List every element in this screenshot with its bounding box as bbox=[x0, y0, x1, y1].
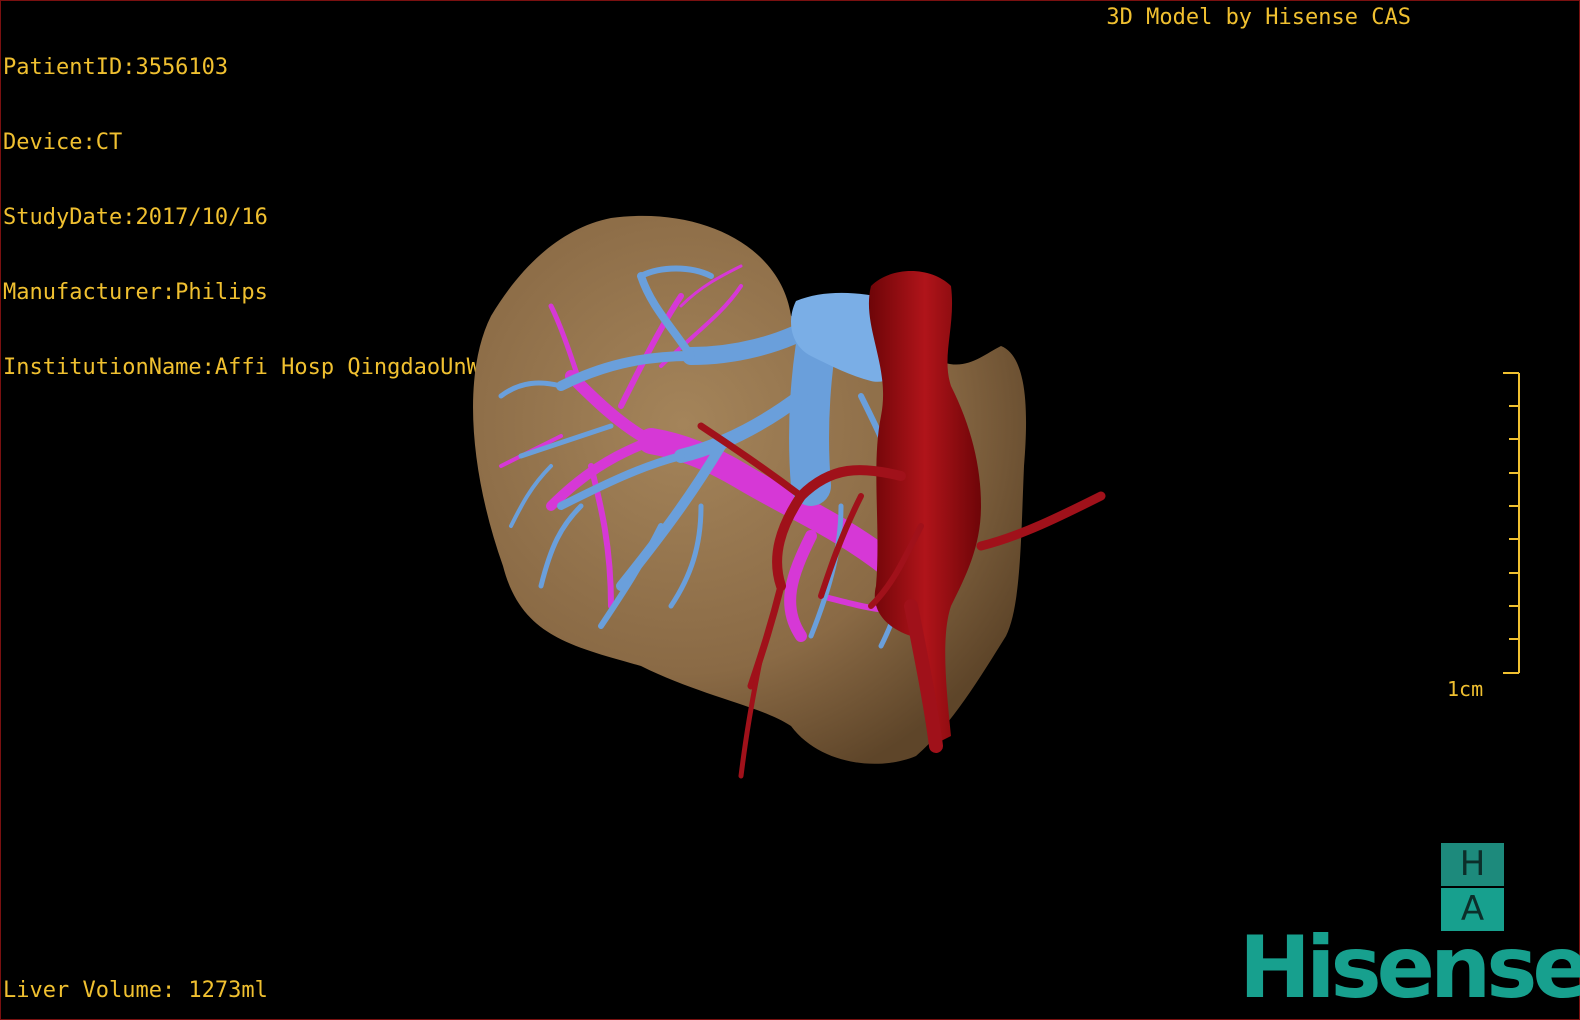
institution-text: InstitutionName:Affi Hosp QingdaoUnW bbox=[3, 355, 480, 380]
liver-volume-text: Liver Volume: 1273ml bbox=[3, 978, 268, 1003]
liver-3d-model[interactable] bbox=[461, 206, 1121, 791]
study-info-block: PatientID:3556103 Device:CT StudyDate:20… bbox=[3, 5, 480, 430]
device-text: Device:CT bbox=[3, 130, 123, 155]
hisense-wordmark: Hisense bbox=[1239, 918, 1580, 1018]
scale-bar-label: 1cm bbox=[1447, 677, 1484, 701]
study-date-text: StudyDate:2017/10/16 bbox=[3, 205, 268, 230]
ha-logo-top-letter: H bbox=[1441, 843, 1504, 886]
model-brand-caption: 3D Model by Hisense CAS bbox=[1106, 5, 1411, 30]
manufacturer-text: Manufacturer:Philips bbox=[3, 280, 268, 305]
3d-viewport[interactable]: PatientID:3556103 Device:CT StudyDate:20… bbox=[0, 0, 1580, 1020]
patient-id-text: PatientID:3556103 bbox=[3, 55, 229, 80]
scale-bar bbox=[1503, 372, 1520, 674]
